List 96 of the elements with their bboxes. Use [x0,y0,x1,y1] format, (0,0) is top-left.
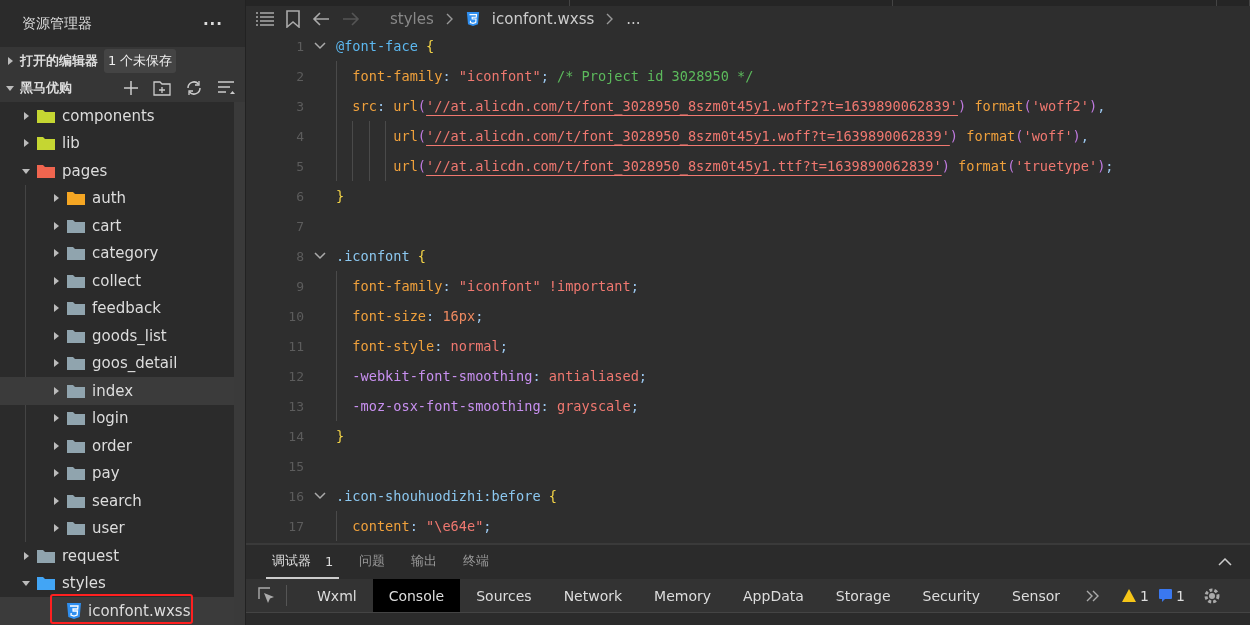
caret-icon[interactable] [22,579,30,588]
folder-name[interactable]: request [62,546,120,565]
folder-name[interactable]: goos_detail [92,354,178,373]
message-icon[interactable] [1159,589,1172,602]
code-line: content: "\e64e"; [351,518,492,534]
back-arrow-icon[interactable] [312,11,330,26]
panel-tab[interactable]: 输出 [405,545,444,579]
folder-name[interactable]: components [62,106,155,125]
fold-chevron-icon[interactable] [314,492,326,500]
devtools-tab[interactable]: Memory [638,579,728,612]
folder-name[interactable]: pay [92,464,120,483]
caret-icon[interactable] [52,359,60,368]
caret-icon[interactable] [52,469,60,478]
code-line: .icon-shouhuodizhi:before { [336,488,557,504]
caret-icon[interactable] [52,414,60,423]
unsaved-badge: 1 个未保存 [104,48,177,73]
folder-name[interactable]: order [92,436,132,455]
devtools-tab[interactable]: Network [547,579,639,612]
settings-icon[interactable] [1202,586,1221,605]
code-line: font-family: "iconfont" !important; [351,278,639,294]
code-line: @font-face { [336,38,435,54]
chevron-up-icon[interactable] [1218,558,1232,566]
code-line: } [336,188,345,204]
explorer-title: 资源管理器 [22,14,92,33]
chevron-right-icon [445,12,454,25]
breadcrumb-item[interactable]: iconfont.wxss [491,9,595,28]
css-file-icon [465,10,480,27]
folder-name[interactable]: collect [92,271,142,290]
caret-icon[interactable] [6,56,14,65]
code-line: font-family: "iconfont"; /* Project id 3028950 */ [351,68,754,84]
bookmark-icon[interactable] [286,9,300,28]
folder-name[interactable]: category [92,244,159,263]
devtools-tab[interactable]: AppData [727,579,820,612]
folder-name[interactable]: lib [62,134,80,153]
inspect-icon[interactable] [258,586,276,605]
more-button[interactable]: ··· [202,14,223,33]
caret-icon[interactable] [52,276,60,285]
code-line: .iconfont { [336,248,427,264]
plus-icon[interactable] [123,80,139,97]
list-icon[interactable] [256,11,274,26]
code-line: url('//at.alicdn.com/t/font_3028950_8szm0t45y1.woff?t=1639890062839') format('woff'), [392,128,1089,144]
caret-icon[interactable] [52,221,60,230]
breadcrumb-item[interactable]: styles [390,9,434,28]
devtools-tab[interactable]: Storage [819,579,907,612]
chevron-right-icon [606,12,615,25]
devtools-tab[interactable]: Sources [460,579,548,612]
caret-icon[interactable] [52,331,60,340]
folder-name[interactable]: login [92,409,129,428]
caret-icon[interactable] [52,194,60,203]
new-folder-icon[interactable] [153,80,171,97]
caret-icon[interactable] [52,249,60,258]
folder-name[interactable]: pages [62,161,108,180]
folder-name[interactable]: user [92,519,125,538]
code-line: -moz-osx-font-smoothing: grayscale; [351,398,639,414]
double-chevron-icon[interactable] [1086,589,1101,602]
caret-icon[interactable] [6,84,14,93]
warning-icon[interactable] [1122,589,1137,602]
code-line: url('//at.alicdn.com/t/font_3028950_8szm0t45y1.ttf?t=1639890062839') format('truetype'); [392,158,1114,174]
folder-name[interactable]: feedback [92,299,161,318]
caret-icon[interactable] [52,496,60,505]
folder-name[interactable]: auth [92,189,127,208]
scrollbar[interactable] [234,102,245,625]
fold-chevron-icon[interactable] [314,252,326,260]
code-line: -webkit-font-smoothing: antialiased; [351,368,647,384]
caret-icon[interactable] [22,166,30,175]
panel-tab[interactable]: 问题 [353,545,392,579]
code-line: } [336,428,345,444]
devtools-tab[interactable]: Wxml [301,579,373,612]
message-count: 1 [1176,587,1185,604]
caret-icon[interactable] [52,304,60,313]
folder-name[interactable]: cart [92,216,122,235]
code-line: src: url('//at.alicdn.com/t/font_3028950_8szm0t45y1.woff2?t=1639890062839') format('woff2'), [351,98,1106,114]
caret-icon[interactable] [52,386,60,395]
warning-count: 1 [1140,587,1149,604]
folder-name[interactable]: styles [62,574,106,593]
project-header[interactable]: 黑马优购 [20,79,72,98]
folder-name[interactable]: goods_list [92,326,167,345]
devtools-tab[interactable]: Sensor [996,579,1077,612]
code-line: font-size: 16px; [351,308,484,324]
caret-icon[interactable] [52,441,60,450]
caret-icon[interactable] [22,139,30,148]
breadcrumb-item[interactable]: ... [626,9,641,28]
caret-icon[interactable] [22,111,30,120]
collapse-icon[interactable] [217,80,235,97]
panel-tab[interactable]: 终端 [457,545,496,579]
caret-icon[interactable] [22,551,30,560]
fold-chevron-icon[interactable] [314,42,326,50]
devtools-tab[interactable]: Console [372,579,461,612]
devtools-tab[interactable]: Security [906,579,997,612]
section-header[interactable]: 打开的编辑器 [20,51,98,70]
code-line: font-style: normal; [351,338,508,354]
refresh-icon[interactable] [185,79,203,98]
folder-name[interactable]: search [92,491,142,510]
count-label: 1 [325,553,334,569]
caret-icon[interactable] [52,524,60,533]
folder-name[interactable]: index [92,381,134,400]
